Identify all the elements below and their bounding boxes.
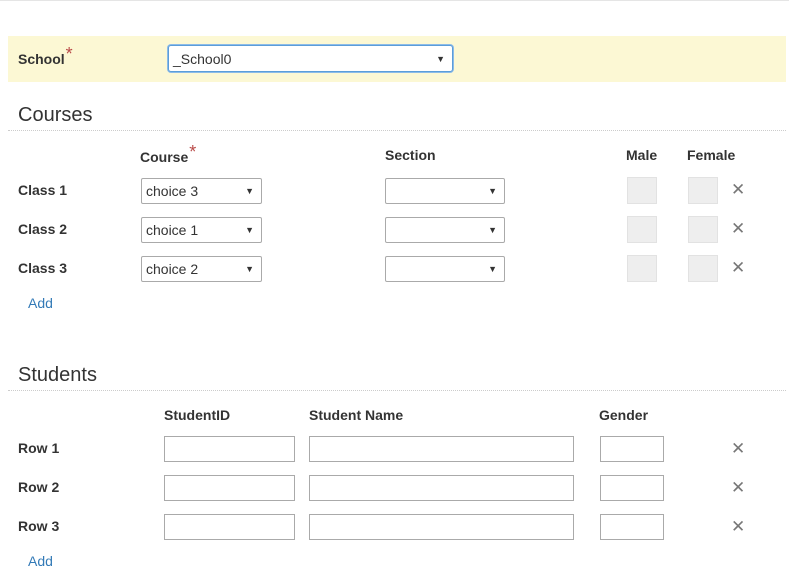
- student-name-input[interactable]: [309, 436, 574, 462]
- section-select[interactable]: ▼: [385, 178, 505, 204]
- course-header-text: Course: [140, 149, 189, 165]
- caret-down-icon: ▼: [488, 225, 497, 235]
- course-header: Course*: [140, 142, 196, 167]
- student-id-input[interactable]: [164, 475, 295, 501]
- student-row-label: Row 1: [18, 440, 60, 456]
- caret-down-icon: ▼: [245, 186, 254, 196]
- student-name-input[interactable]: [309, 514, 574, 540]
- close-icon[interactable]: ✕: [731, 220, 745, 237]
- male-count-field: [627, 216, 657, 243]
- male-count-field: [627, 177, 657, 204]
- school-label-text: School: [18, 51, 65, 67]
- caret-down-icon: ▼: [245, 225, 254, 235]
- required-mark: *: [189, 142, 197, 162]
- male-header: Male: [626, 147, 658, 163]
- close-icon[interactable]: ✕: [731, 440, 745, 457]
- course-select[interactable]: choice 1 ▼: [141, 217, 262, 243]
- required-mark: *: [65, 44, 73, 64]
- caret-down-icon: ▼: [488, 264, 497, 274]
- section-select[interactable]: ▼: [385, 217, 505, 243]
- school-select[interactable]: _School0 ▼: [168, 45, 453, 72]
- school-select-value: _School0: [173, 50, 232, 67]
- student-id-header: StudentID: [164, 407, 231, 423]
- top-divider: [0, 0, 789, 1]
- caret-down-icon: ▼: [436, 53, 445, 64]
- female-count-field: [688, 255, 718, 282]
- add-class-link[interactable]: Add: [28, 295, 53, 311]
- student-name-input[interactable]: [309, 475, 574, 501]
- section-header: Section: [385, 147, 436, 163]
- add-student-link[interactable]: Add: [28, 553, 53, 569]
- female-header: Female: [687, 147, 736, 163]
- caret-down-icon: ▼: [245, 264, 254, 274]
- close-icon[interactable]: ✕: [731, 259, 745, 276]
- student-name-header: Student Name: [309, 407, 404, 423]
- school-label: School*: [18, 44, 73, 69]
- male-count-field: [627, 255, 657, 282]
- student-id-input[interactable]: [164, 514, 295, 540]
- close-icon[interactable]: ✕: [731, 479, 745, 496]
- gender-input[interactable]: [600, 436, 664, 462]
- class-row-label: Class 2: [18, 221, 68, 237]
- course-select-value: choice 3: [146, 183, 199, 199]
- gender-input[interactable]: [600, 475, 664, 501]
- close-icon[interactable]: ✕: [731, 181, 745, 198]
- caret-down-icon: ▼: [488, 186, 497, 196]
- course-select[interactable]: choice 3 ▼: [141, 178, 262, 204]
- student-id-input[interactable]: [164, 436, 295, 462]
- course-select-value: choice 2: [146, 261, 199, 277]
- gender-header: Gender: [599, 407, 649, 423]
- courses-divider: [8, 130, 786, 131]
- course-select[interactable]: choice 2 ▼: [141, 256, 262, 282]
- gender-input[interactable]: [600, 514, 664, 540]
- close-icon[interactable]: ✕: [731, 518, 745, 535]
- student-row-label: Row 3: [18, 518, 60, 534]
- class-row-label: Class 3: [18, 260, 68, 276]
- section-select[interactable]: ▼: [385, 256, 505, 282]
- class-row-label: Class 1: [18, 182, 68, 198]
- female-count-field: [688, 216, 718, 243]
- course-select-value: choice 1: [146, 222, 199, 238]
- students-title: Students: [18, 364, 97, 386]
- students-divider: [8, 390, 786, 391]
- female-count-field: [688, 177, 718, 204]
- courses-title: Courses: [18, 104, 93, 126]
- student-row-label: Row 2: [18, 479, 60, 495]
